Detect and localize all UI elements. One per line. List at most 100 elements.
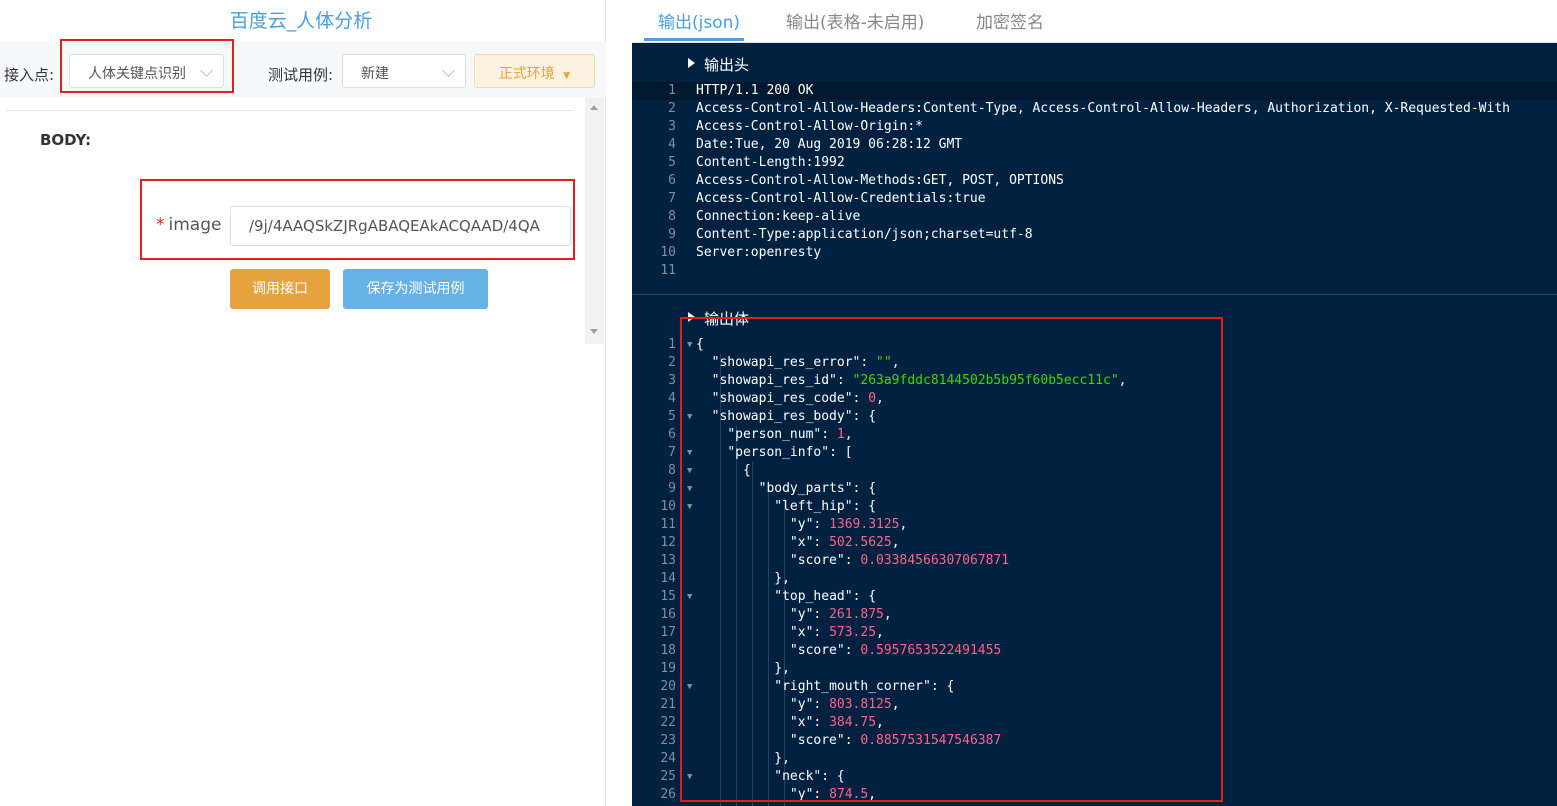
divider [6, 110, 574, 111]
json-punct: : [813, 517, 830, 532]
json-punct [696, 409, 712, 424]
line-number: 25 [660, 769, 676, 784]
output-header-toggle[interactable]: 输出头 [632, 44, 1557, 82]
environment-button[interactable]: 正式环境 ▼ [474, 54, 595, 88]
scrollbar[interactable] [585, 98, 604, 344]
json-number: 1 [836, 427, 845, 442]
code-text: "top_head": { [696, 588, 876, 606]
tab-output-json[interactable]: 输出(json) [658, 8, 740, 33]
json-punct: , [891, 355, 900, 370]
json-punct: : [813, 787, 830, 802]
code-line: 11 "y": 1369.3125, [632, 516, 1557, 534]
line-number: 24 [660, 751, 676, 766]
json-punct [696, 445, 727, 460]
code-text: "showapi_res_body": { [696, 408, 876, 426]
json-punct [696, 643, 790, 658]
line-number: 9 [668, 227, 676, 242]
json-key: "showapi_res_code" [711, 391, 853, 406]
code-line: 20 ▼ "right_mouth_corner": { [632, 678, 1557, 696]
code-line: 6 "person_num": 1, [632, 426, 1557, 444]
access-point-value: 人体关键点识别 [88, 66, 186, 82]
code-text: "y": 1369.3125, [696, 516, 907, 534]
json-key: "body_parts" [758, 481, 853, 496]
call-api-button[interactable]: 调用接口 [230, 269, 330, 309]
json-key: "y" [789, 787, 814, 802]
output-body-toggle[interactable]: 输出体 [632, 298, 1557, 336]
body-code-editor[interactable]: 1 ▼{2 "showapi_res_error": "", 3 "showapi_… [632, 336, 1557, 806]
code-line: 3 "showapi_res_id": "263a9fddc8144502b5b… [632, 372, 1557, 390]
json-number: 0.03384566307067871 [860, 553, 1010, 568]
save-test-case-button[interactable]: 保存为测试用例 [343, 269, 488, 309]
line-number: 16 [660, 607, 676, 622]
line-number: 5 [668, 409, 676, 424]
scroll-down-icon[interactable] [590, 329, 598, 334]
code-text: HTTP/1.1 200 OK [696, 83, 814, 98]
json-key: "top_head" [774, 589, 853, 604]
json-key: "score" [789, 553, 845, 568]
json-punct: : { [852, 499, 877, 514]
line-number: 3 [668, 373, 676, 388]
line-number: 22 [660, 715, 676, 730]
fold-toggle-icon[interactable]: ▼ [687, 498, 692, 516]
scroll-up-icon[interactable] [590, 105, 598, 110]
code-text: "score": 0.8857531547546387 [696, 732, 1001, 750]
json-punct [696, 373, 712, 388]
line-number: 7 [668, 191, 676, 206]
code-text: Date:Tue, 20 Aug 2019 06:28:12 GMT [696, 137, 963, 152]
code-line: 7 ▼ "person_info": [ [632, 444, 1557, 462]
json-number: 0.5957653522491455 [860, 643, 1002, 658]
line-number: 12 [660, 535, 676, 550]
code-text: Access-Control-Allow-Methods:GET, POST, … [696, 173, 1064, 188]
code-text: "showapi_res_code": 0, [696, 390, 884, 408]
json-punct: : [ [829, 445, 853, 460]
code-text: "x": 573.25, [696, 624, 884, 642]
tab-output-table[interactable]: 输出(表格-未启用) [786, 8, 924, 33]
required-mark: * [156, 215, 165, 235]
json-punct: : [813, 715, 830, 730]
line-number: 10 [660, 499, 676, 514]
json-punct: : [813, 535, 830, 550]
code-text: { [696, 336, 704, 354]
code-text: Content-Type:application/json;charset=ut… [696, 227, 1033, 242]
tab-encrypt-sign[interactable]: 加密签名 [976, 8, 1044, 33]
json-punct: , [899, 517, 908, 532]
fold-toggle-icon[interactable]: ▼ [687, 408, 692, 426]
line-number: 6 [668, 173, 676, 188]
code-line: 14 }, [632, 570, 1557, 588]
code-line: 5 Content-Length:1992 [632, 154, 1557, 172]
json-punct: : { [852, 481, 877, 496]
fold-toggle-icon[interactable]: ▼ [687, 444, 692, 462]
output-header-title: 输出头 [704, 56, 750, 74]
json-punct [696, 553, 790, 568]
output-panel: 输出(json) 输出(表格-未启用) 加密签名 输出头 1 HTTP/1.1 2… [632, 0, 1557, 806]
fold-toggle-icon[interactable]: ▼ [687, 336, 692, 354]
code-line: 25 ▼ "neck": { [632, 768, 1557, 786]
json-punct: : [821, 427, 837, 442]
access-point-select[interactable]: 人体关键点识别 [69, 54, 224, 88]
fold-toggle-icon[interactable]: ▼ [687, 768, 692, 786]
json-number: 803.8125 [829, 697, 892, 712]
fold-toggle-icon[interactable]: ▼ [687, 480, 692, 498]
json-punct: }, [696, 661, 790, 676]
json-punct: : { [930, 679, 955, 694]
json-number: 573.25 [829, 625, 877, 640]
image-label-text: image [168, 215, 222, 235]
json-punct: : [836, 373, 853, 388]
line-number: 8 [668, 463, 676, 478]
header-code-editor[interactable]: 1 HTTP/1.1 200 OK 2 Access-Control-Allow-He… [632, 82, 1557, 280]
json-number: 0 [868, 391, 877, 406]
code-line: 6 Access-Control-Allow-Methods:GET, POST,… [632, 172, 1557, 190]
fold-toggle-icon[interactable]: ▼ [687, 462, 692, 480]
fold-toggle-icon[interactable]: ▼ [687, 588, 692, 606]
code-text: "showapi_res_id": "263a9fddc8144502b5b95… [696, 372, 1127, 390]
code-line: 10 ▼ "left_hip": { [632, 498, 1557, 516]
fold-toggle-icon[interactable]: ▼ [687, 678, 692, 696]
image-input[interactable]: /9j/4AAQSkZJRgABAQEAkACQAAD/4QA [230, 206, 571, 246]
json-key: "y" [789, 517, 814, 532]
line-number: 11 [660, 263, 676, 278]
test-case-select[interactable]: 新建 [342, 54, 466, 88]
code-line: 22 "x": 384.75, [632, 714, 1557, 732]
line-number: 26 [660, 787, 676, 802]
code-line: 2 Access-Control-Allow-Headers:Content-Ty… [632, 100, 1557, 118]
json-number: 1369.3125 [829, 517, 900, 532]
